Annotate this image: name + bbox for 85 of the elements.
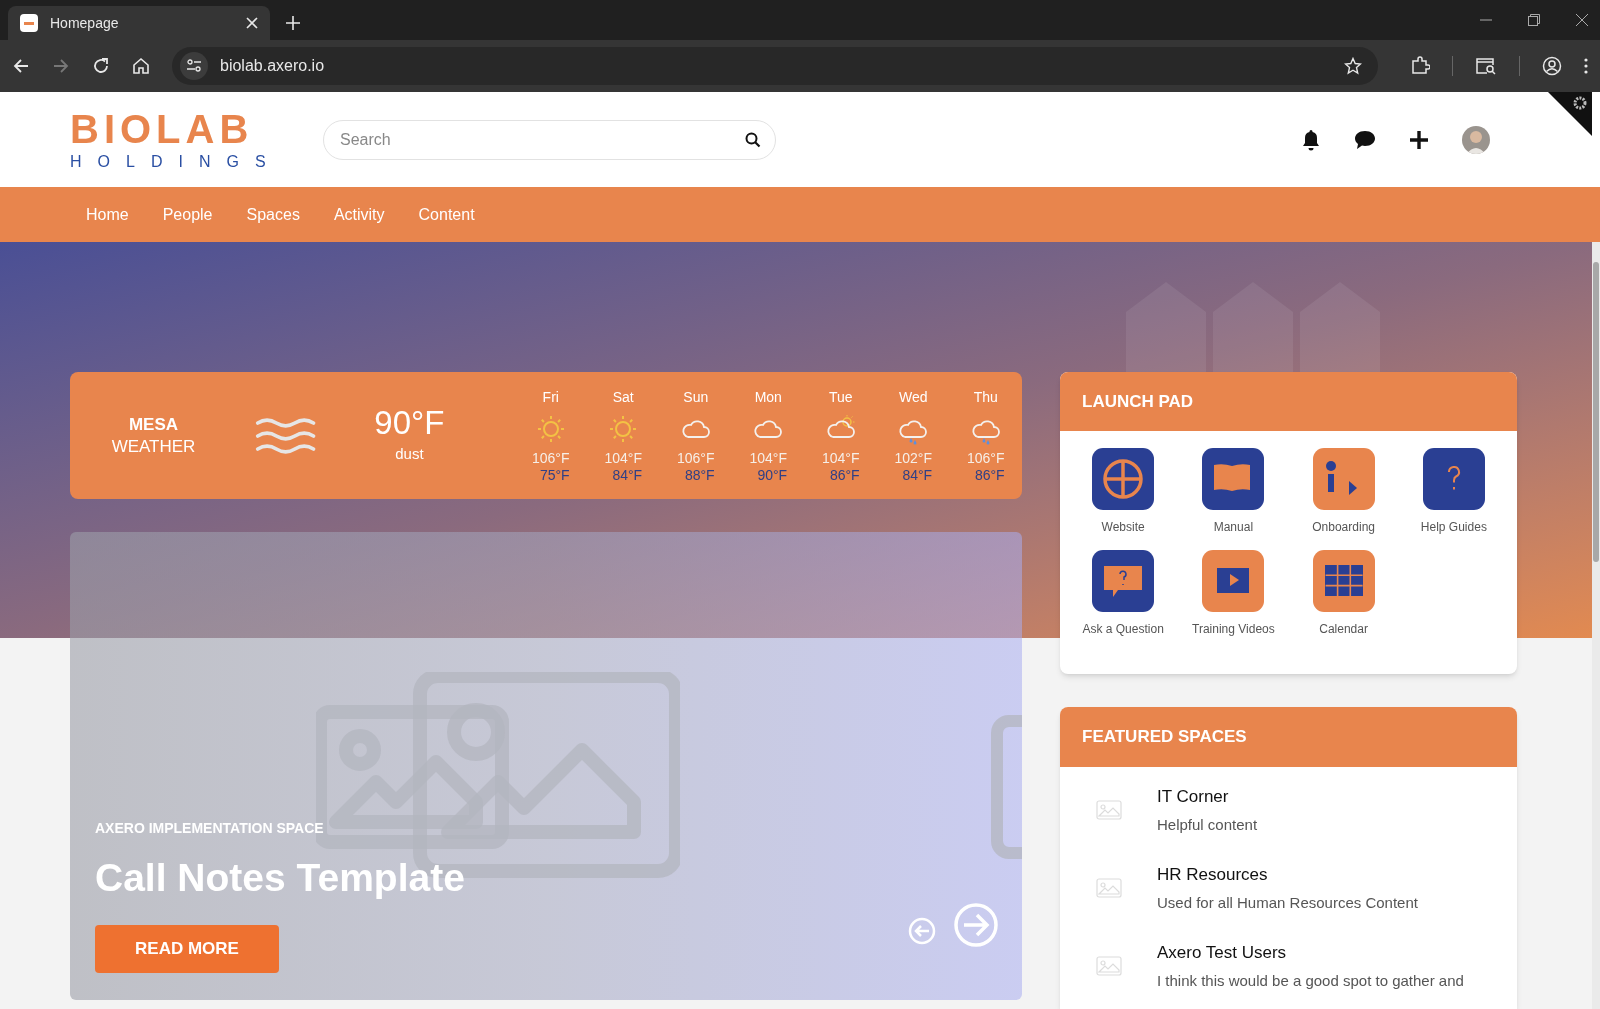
launch-pad-label: Website bbox=[1101, 519, 1145, 536]
menu-icon[interactable] bbox=[1584, 58, 1588, 74]
launch-pad-link[interactable]: Onboarding bbox=[1288, 448, 1399, 536]
home-icon[interactable] bbox=[132, 57, 150, 75]
image-placeholder-icon bbox=[1095, 956, 1122, 976]
search-icon[interactable] bbox=[745, 131, 761, 148]
search-field[interactable]: Search bbox=[323, 119, 776, 160]
address-bar[interactable]: biolab.axero.io bbox=[172, 47, 1378, 85]
chat-bubble-icon[interactable] bbox=[1354, 129, 1376, 150]
high-temperature: 104°F bbox=[822, 449, 860, 467]
logo-subtitle: HOLDINGS bbox=[70, 151, 282, 172]
bookmark-star-icon[interactable] bbox=[1344, 57, 1362, 75]
slide-eyebrow: AXERO IMPLEMENTATION SPACE bbox=[95, 819, 324, 838]
high-temperature: 106°F bbox=[532, 449, 570, 467]
high-temperature: 102°F bbox=[894, 449, 932, 467]
bell-icon[interactable] bbox=[1301, 128, 1321, 151]
launch-pad-label: Training Videos bbox=[1192, 621, 1275, 638]
image-placeholder-icon bbox=[1095, 878, 1122, 898]
low-temperature: 84°F bbox=[901, 467, 933, 485]
plus-icon[interactable] bbox=[1409, 129, 1429, 150]
launch-pad-link[interactable]: Help Guides bbox=[1398, 448, 1509, 536]
space-name: Axero Test Users bbox=[1157, 942, 1288, 964]
favicon-icon bbox=[20, 14, 38, 32]
high-temperature: 104°F bbox=[749, 449, 787, 467]
wind-waves-icon bbox=[255, 415, 317, 456]
launch-pad-label: Help Guides bbox=[1420, 519, 1487, 536]
launch-pad-label: Ask a Question bbox=[1082, 621, 1164, 638]
launch-pad-label: Onboarding bbox=[1312, 519, 1375, 536]
url-text: biolab.axero.io bbox=[220, 56, 326, 76]
low-temperature: 86°F bbox=[973, 467, 1005, 485]
space-description: Used for all Human Resources Content bbox=[1157, 892, 1418, 913]
current-temperature: 90°F bbox=[374, 405, 445, 439]
launch-pad-link[interactable]: Website bbox=[1068, 448, 1179, 536]
launch-pad-link[interactable]: Ask a Question bbox=[1068, 550, 1179, 638]
launch-pad-link[interactable]: Calendar bbox=[1288, 550, 1399, 638]
browser-tab[interactable]: Homepage bbox=[8, 6, 270, 40]
settings-corner-tab[interactable] bbox=[1548, 92, 1592, 136]
space-name: HR Resources bbox=[1157, 864, 1269, 886]
card-title: FEATURED SPACES bbox=[1082, 726, 1247, 749]
space-link[interactable]: HR Resources Used for all Human Resources Content bbox=[1060, 862, 1517, 914]
launch-pad-label: Manual bbox=[1213, 519, 1254, 536]
low-temperature: 75°F bbox=[538, 467, 570, 485]
launch-pad-link[interactable]: Manual bbox=[1178, 448, 1289, 536]
weather-label: WEATHER bbox=[111, 435, 196, 457]
high-temperature: 106°F bbox=[967, 449, 1005, 467]
launch-pad-label: Calendar bbox=[1319, 621, 1368, 638]
day-name: Sun bbox=[683, 387, 709, 407]
slide-title: Call Notes Template bbox=[95, 855, 465, 901]
space-name: IT Corner bbox=[1157, 786, 1230, 808]
day-name: Thu bbox=[973, 387, 998, 407]
day-name: Fri bbox=[542, 387, 559, 407]
space-link[interactable]: IT Corner Helpful content bbox=[1060, 784, 1517, 836]
high-temperature: 104°F bbox=[604, 449, 642, 467]
logo[interactable]: BIOLAB HOLDINGS bbox=[70, 105, 300, 174]
avatar[interactable] bbox=[1462, 125, 1490, 154]
profile-icon[interactable] bbox=[1542, 56, 1562, 76]
space-description: I think this would be a good spot to gather and bbox=[1157, 970, 1464, 991]
low-temperature: 84°F bbox=[611, 467, 643, 485]
restore-icon[interactable] bbox=[1528, 14, 1540, 26]
space-description: Helpful content bbox=[1157, 814, 1258, 835]
scrollbar-thumb[interactable] bbox=[1593, 262, 1599, 562]
card-title: LAUNCH PAD bbox=[1082, 390, 1194, 413]
extensions-icon[interactable] bbox=[1410, 56, 1430, 76]
reload-icon[interactable] bbox=[92, 57, 110, 75]
low-temperature: 88°F bbox=[683, 467, 715, 485]
high-temperature: 106°F bbox=[677, 449, 715, 467]
city-name: MESA bbox=[128, 414, 179, 436]
back-icon[interactable] bbox=[12, 57, 30, 75]
new-tab-icon[interactable] bbox=[286, 16, 300, 30]
forward-icon[interactable] bbox=[52, 57, 70, 75]
day-name: Sat bbox=[612, 387, 634, 407]
tab-title: Homepage bbox=[50, 13, 120, 33]
logo-wordmark: BIOLAB bbox=[70, 107, 254, 150]
day-name: Tue bbox=[828, 387, 853, 407]
launch-pad-link[interactable]: Training Videos bbox=[1178, 550, 1289, 638]
current-condition: dust bbox=[395, 443, 424, 464]
space-link[interactable]: Axero Test Users I think this would be a good spot to gather and bbox=[1060, 940, 1517, 992]
close-icon[interactable] bbox=[1576, 14, 1588, 26]
tab-search-icon[interactable] bbox=[1475, 57, 1497, 75]
day-name: Mon bbox=[754, 387, 782, 407]
low-temperature: 90°F bbox=[756, 467, 788, 485]
site-settings-icon[interactable] bbox=[180, 52, 208, 80]
low-temperature: 86°F bbox=[828, 467, 860, 485]
image-placeholder-icon bbox=[1095, 800, 1122, 820]
day-name: Wed bbox=[899, 387, 928, 407]
